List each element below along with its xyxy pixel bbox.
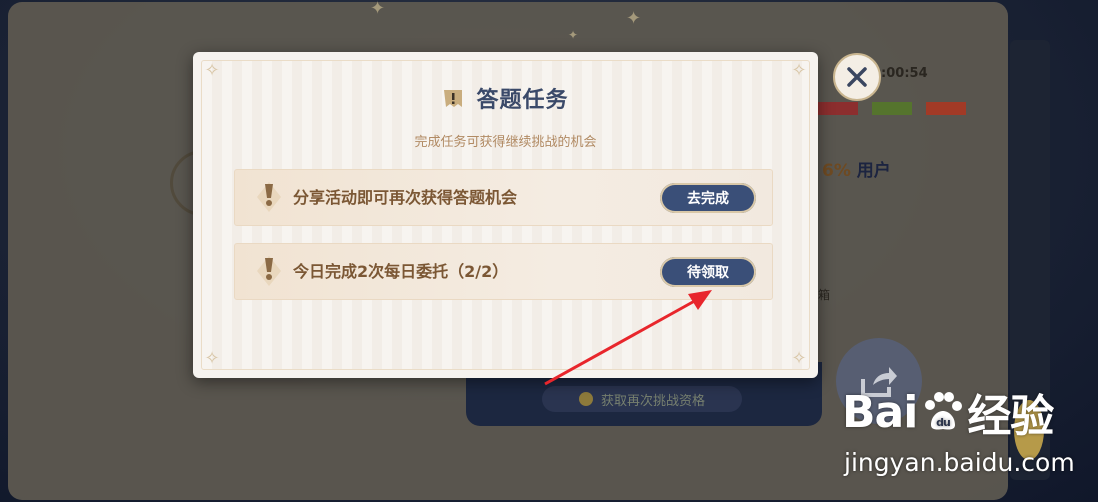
sparkle-icon: ✦ [626,8,642,29]
close-icon [847,67,867,87]
bar-green [872,102,912,115]
corner-ornament-icon: ✧ [791,348,807,369]
corner-ornament-icon: ✧ [204,60,220,81]
svg-text:du: du [936,416,950,429]
task-text: 分享活动即可再次获得答题机会 [293,188,518,207]
sparkle-icon: ✦ [370,0,386,19]
percent-value: 6% [822,161,851,181]
users-label: 用户 [856,161,891,181]
task-row: 分享活动即可再次获得答题机会 去完成 [234,169,773,226]
coin-icon [578,392,593,406]
task-text: 今日完成2次每日委托（2/2） [293,262,509,281]
dialog-title: 答题任务 [476,88,569,113]
bar-orange [926,102,966,115]
task-exclamation-icon [257,182,281,212]
task-exclamation-icon [257,256,281,286]
dialog-subtitle: 完成任务可获得继续挑战的机会 [414,135,597,150]
watermark-url: jingyan.baidu.com [844,448,1075,477]
go-complete-button[interactable]: 去完成 [660,183,756,213]
quiz-task-dialog: ✧ ✧ ✧ ✧ 答题任务 完成任务可获得继续挑战的机会 分享活动即可再次获得答题… [193,52,818,378]
baidu-logo: Bai du 经验 [842,386,1054,443]
corner-ornament-icon: ✧ [204,348,220,369]
retry-qualification-button[interactable]: 获取再次挑战资格 [542,386,742,412]
retry-qualification-label: 获取再次挑战资格 [600,393,705,409]
side-text: 箱 [818,288,831,302]
quest-book-icon [444,90,463,107]
bar-red [818,102,858,115]
baidu-paw-icon: du [925,392,963,430]
task-row: 今日完成2次每日委托（2/2） 待领取 [234,243,773,300]
close-button[interactable] [833,53,881,101]
percent-users: 6% 用户 [822,156,891,181]
answer-bars [818,102,966,115]
corner-ornament-icon: ✧ [791,60,807,81]
dialog-header: 答题任务 [193,82,818,114]
baidu-watermark: Bai du 经验 jingyan.baidu.com [842,380,1092,490]
sparkle-icon: ✦ [568,28,579,42]
claim-reward-button[interactable]: 待领取 [660,257,756,287]
